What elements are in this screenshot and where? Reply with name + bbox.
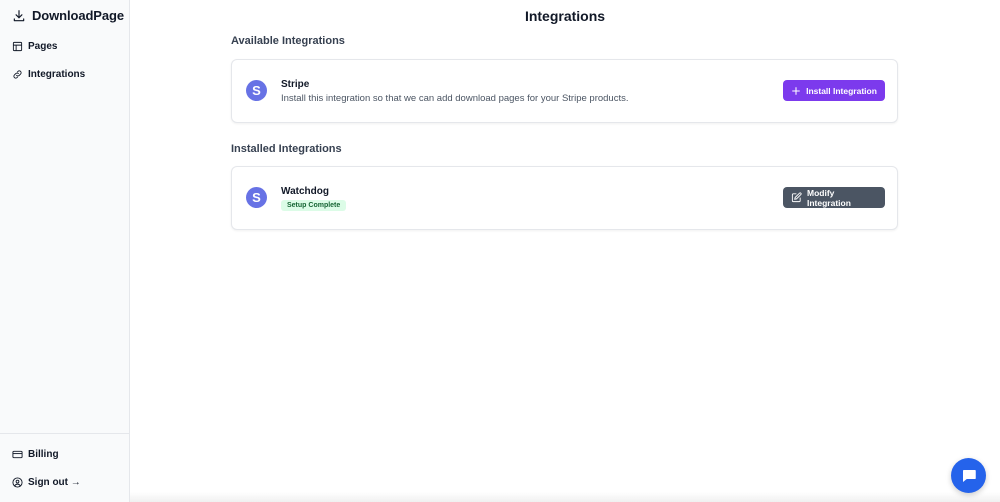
sidebar-item-integrations[interactable]: Integrations — [12, 69, 85, 80]
stripe-logo: S — [246, 80, 267, 101]
sidebar-item-pages[interactable]: Pages — [12, 41, 57, 52]
edit-icon — [791, 192, 802, 203]
sidebar-item-label: Integrations — [28, 69, 86, 80]
page-title: Integrations — [524, 8, 606, 24]
modify-integration-button[interactable]: Modify Integration — [783, 187, 885, 208]
app-title: DownloadPage — [32, 8, 124, 23]
button-label: Install Integration — [806, 85, 877, 96]
sidebar-item-label: Billing — [28, 449, 59, 460]
sidebar-item-billing[interactable]: Billing — [12, 449, 59, 460]
integration-name: Stripe — [281, 79, 310, 90]
chat-icon — [960, 467, 978, 485]
section-title-installed: Installed Integrations — [231, 143, 342, 155]
integration-description: Install this integration so that we can … — [281, 93, 629, 104]
pages-icon — [12, 41, 23, 52]
link-icon — [12, 69, 23, 80]
integration-card-watchdog: S Watchdog Setup Complete Modify Integra… — [231, 166, 898, 230]
install-integration-button[interactable]: Install Integration — [783, 80, 885, 101]
bottom-shadow — [130, 492, 1000, 502]
section-title-available: Available Integrations — [231, 35, 345, 47]
button-label: Modify Integration — [807, 187, 851, 208]
sidebar-divider — [0, 433, 130, 434]
credit-card-icon — [12, 449, 23, 460]
user-circle-icon — [12, 477, 23, 488]
download-icon — [12, 9, 26, 23]
status-badge: Setup Complete — [281, 200, 347, 211]
sidebar-item-label: Pages — [28, 41, 58, 52]
sidebar-item-sign-out[interactable]: Sign out → — [12, 477, 81, 488]
plus-icon — [791, 86, 801, 96]
chat-widget-button[interactable] — [951, 458, 986, 493]
integration-name: Watchdog — [281, 186, 329, 197]
sidebar-item-label: Sign out → — [28, 477, 81, 488]
sidebar: DownloadPage Pages Integrations Billing — [0, 0, 130, 502]
stripe-logo: S — [246, 187, 267, 208]
brand-logo[interactable]: DownloadPage — [12, 8, 124, 23]
integration-card-stripe: S Stripe Install this integration so tha… — [231, 59, 898, 123]
